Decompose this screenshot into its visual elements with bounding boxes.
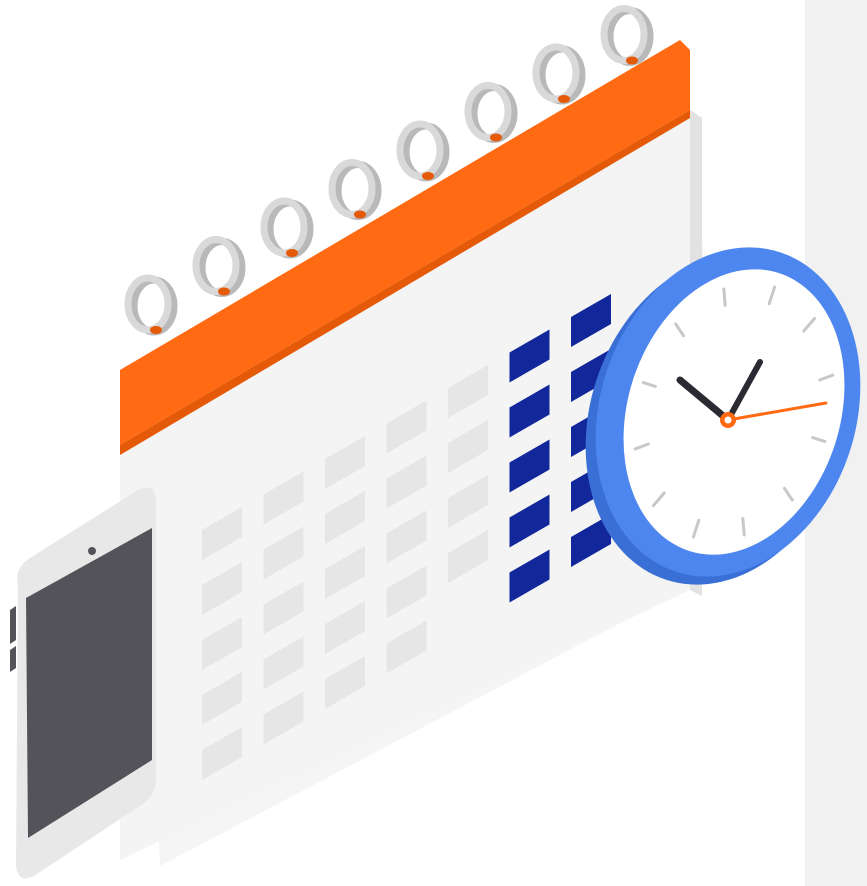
spiral-ring — [464, 82, 518, 143]
phone-camera — [88, 547, 96, 555]
spiral-ring — [260, 197, 314, 259]
phone-side-button-1 — [10, 606, 16, 644]
spiral-ring — [532, 43, 586, 105]
spiral-ring — [600, 5, 654, 66]
clock-tick — [741, 517, 746, 537]
spiral-ring — [192, 236, 246, 297]
spiral-ring — [328, 159, 382, 220]
clock-tick — [722, 287, 727, 307]
spiral-ring — [124, 274, 178, 336]
illustration-scene — [0, 0, 867, 886]
calendar-illustration — [10, 5, 861, 879]
clock-center-dot — [724, 416, 732, 424]
spiral-ring — [396, 120, 450, 182]
phone-side-button-2 — [10, 646, 16, 672]
